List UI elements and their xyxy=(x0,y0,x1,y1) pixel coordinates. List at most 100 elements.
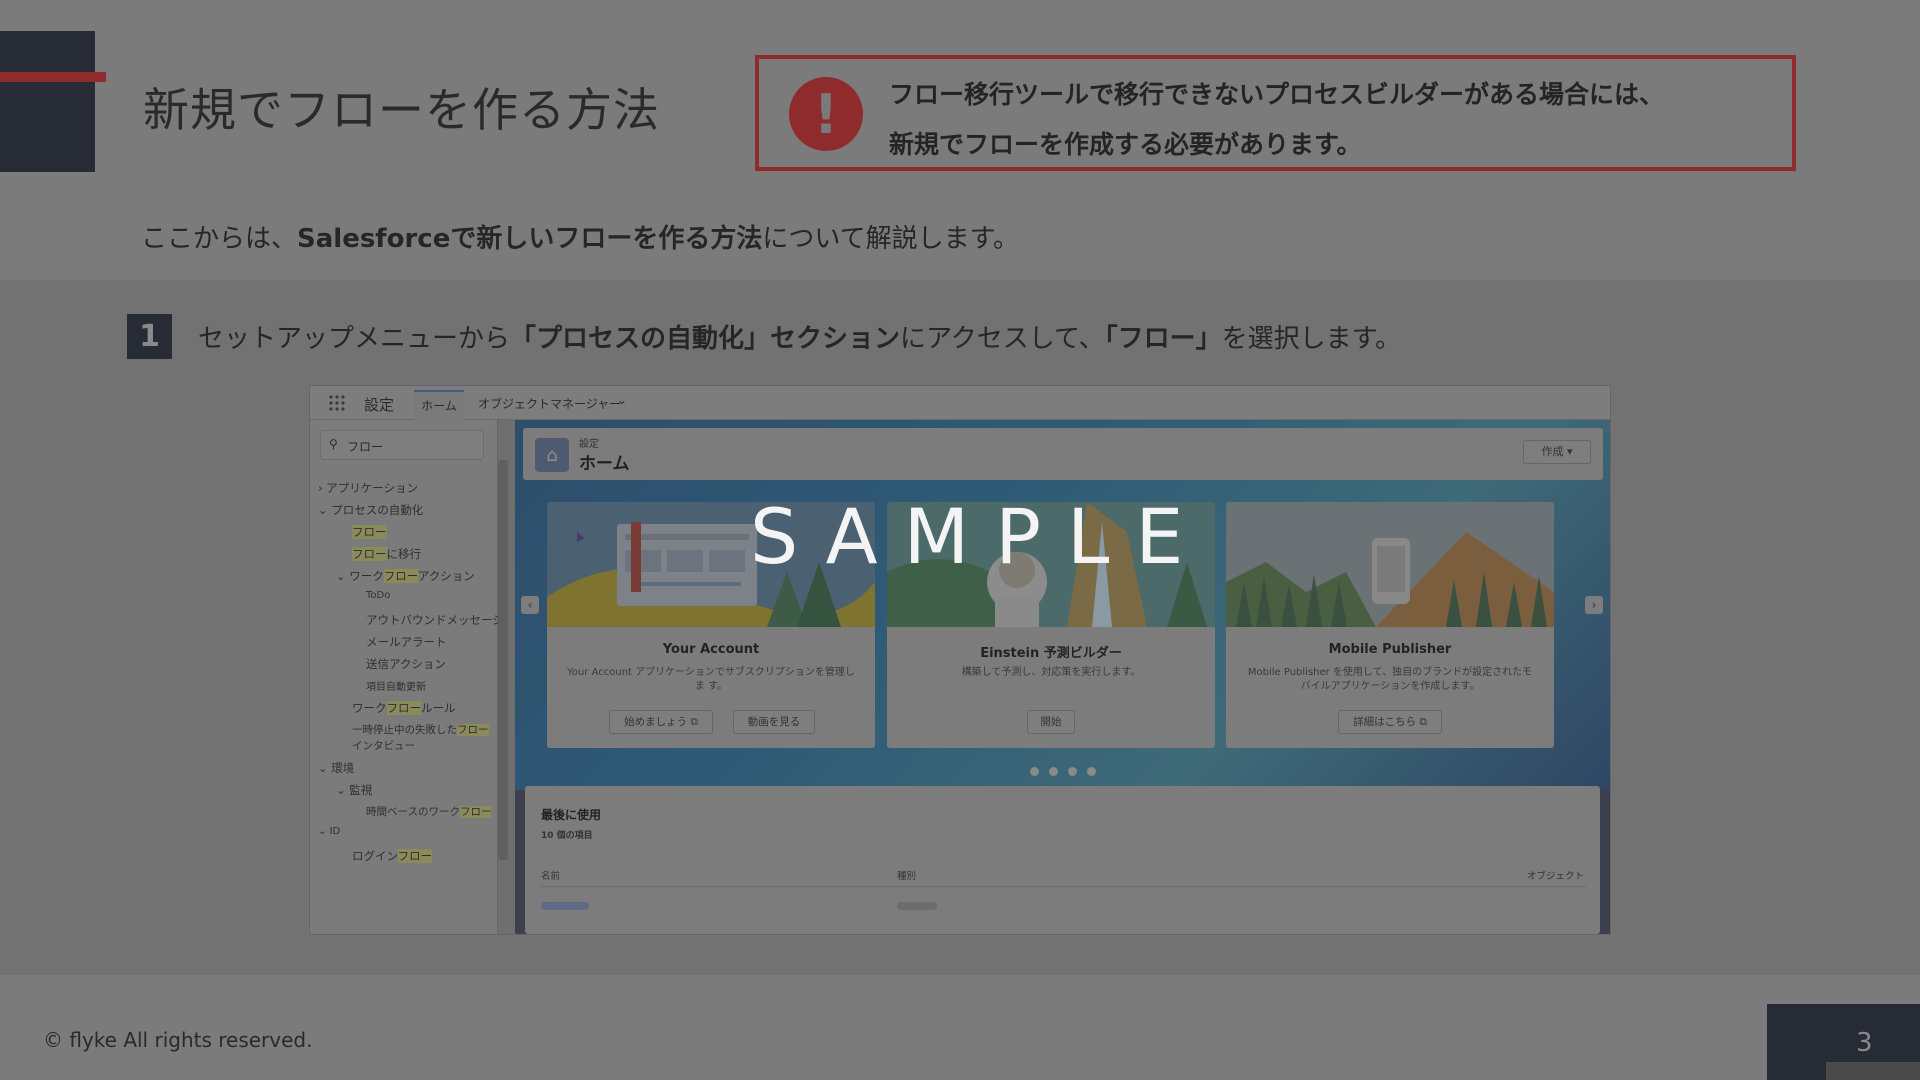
recently-used-panel: 最後に使用 10 個の項目 名前 種別 オブジェクト xyxy=(525,786,1600,934)
carousel-dot[interactable] xyxy=(1067,767,1077,776)
tree-label: ルール xyxy=(421,701,456,715)
tree-item-workflow-actions[interactable]: ⌄ ワークフローアクション xyxy=(336,568,475,584)
card-description: 構築して予測し、対応策を実行します。 xyxy=(961,667,1141,678)
page-number-stripe xyxy=(1826,1062,1920,1080)
tree-label: ワーク xyxy=(352,701,387,715)
intro-text: ここからは、Salesforceで新しいフローを作る方法について解説します。 xyxy=(141,218,1019,255)
tree-item-process-automation[interactable]: ⌄ プロセスの自動化 xyxy=(318,502,423,518)
intro-bold: Salesforceで新しいフローを作る方法 xyxy=(297,224,763,254)
mobile-publisher-illustration xyxy=(1226,502,1554,627)
tree-item-todo[interactable]: ToDo xyxy=(366,590,390,601)
copyright-text: © flyke All rights reserved. xyxy=(43,1028,313,1052)
create-menu-button[interactable]: 作成 ▾ xyxy=(1523,440,1591,464)
tree-label: アプリケーション xyxy=(326,481,419,495)
intro-before: ここからは、 xyxy=(141,224,298,254)
page-header: ⌂ 設定 ホーム 作成 ▾ xyxy=(523,428,1603,480)
carousel-dot[interactable] xyxy=(1086,767,1096,776)
tree-label: アクション xyxy=(417,569,475,583)
page-header-title: ホーム xyxy=(579,454,630,474)
tree-label-hl: フロー xyxy=(457,724,489,736)
carousel-dot[interactable] xyxy=(1048,767,1058,776)
tree-label: 環境 xyxy=(331,761,355,775)
carousel-next-button[interactable]: › xyxy=(1585,596,1603,614)
step-number: 1 xyxy=(127,314,172,359)
tree-label: に移行 xyxy=(386,547,422,561)
carousel-dots xyxy=(515,761,1610,780)
tree-label: ワーク xyxy=(349,569,384,583)
step-text: セットアップメニューから「プロセスの自動化」セクションにアクセスして、「フロー」… xyxy=(198,318,1401,355)
col-header-type[interactable]: 種別 xyxy=(897,868,916,882)
home-icon: ⌂ xyxy=(535,438,569,472)
tree-item-environment[interactable]: ⌄ 環境 xyxy=(318,760,354,776)
step-text-c: を選択します。 xyxy=(1221,324,1402,354)
recent-row-name-blurred[interactable] xyxy=(541,902,589,910)
alert-line-1: フロー移行ツールで移行できないプロセスビルダーがある場合には、 xyxy=(889,80,1665,109)
tree-label-hl: フロー xyxy=(386,701,421,715)
card-description: Your Account アプリケーションでサブスクリプションを管理しま す。 xyxy=(567,667,855,692)
tree-label: ログイン xyxy=(352,849,398,863)
tree-label: プロセスの自動化 xyxy=(331,503,424,517)
alert-box: ! フロー移行ツールで移行できないプロセスビルダーがある場合には、 新規でフロー… xyxy=(755,55,1796,171)
page-number: 3 xyxy=(1856,1028,1873,1058)
step-bold-b: 「フロー」 xyxy=(1104,324,1222,354)
start-button[interactable]: 開始 xyxy=(1027,710,1075,734)
exclamation-icon: ! xyxy=(789,77,863,151)
tree-item-time-based-workflow[interactable]: 時間ベースのワークフロー xyxy=(366,804,492,819)
sf-global-header: 設定 ホーム オブジェクトマネージャー ⌄ xyxy=(310,386,1610,420)
recent-title: 最後に使用 xyxy=(541,808,602,822)
sidebar-scrollbar[interactable] xyxy=(498,460,508,860)
corner-decoration xyxy=(0,31,95,172)
tree-item-migrate-to-flow[interactable]: フローに移行 xyxy=(352,546,421,562)
page-title: 新規でフローを作る方法 xyxy=(143,83,660,137)
step-text-a: セットアップメニューから xyxy=(198,324,511,354)
learn-more-button[interactable]: 詳細はこちら ⧉ xyxy=(1338,710,1442,734)
tab-object-manager[interactable]: オブジェクトマネージャー xyxy=(478,395,621,412)
tree-item-outbound-message[interactable]: アウトバウンドメッセージ xyxy=(366,612,504,628)
app-launcher-icon[interactable] xyxy=(328,394,346,412)
recent-row-type-blurred xyxy=(897,902,937,910)
tree-label: 一時停止中の失敗した xyxy=(352,724,457,736)
tree-item-field-update[interactable]: 項目自動更新 xyxy=(366,678,426,693)
carousel-dot[interactable] xyxy=(1029,767,1039,776)
quick-find-input[interactable]: ⚲ フロー xyxy=(320,430,484,460)
tree-item-email-alert[interactable]: メールアラート xyxy=(366,634,447,650)
col-header-name[interactable]: 名前 xyxy=(541,868,560,882)
tree-label-hl: フロー xyxy=(352,547,387,561)
get-started-button[interactable]: 始めましょう ⧉ xyxy=(609,710,713,734)
tree-item-paused-flow[interactable]: 一時停止中の失敗したフロー xyxy=(352,722,489,737)
tree-item-send-action[interactable]: 送信アクション xyxy=(366,656,446,672)
tree-label-hl: フロー xyxy=(383,569,418,583)
salesforce-screenshot: 設定 ホーム オブジェクトマネージャー ⌄ ⚲ フロー › アプリケーション ⌄… xyxy=(310,386,1610,934)
card-title: Your Account xyxy=(662,642,760,657)
recent-count: 10 個の項目 xyxy=(541,831,593,841)
tree-item-monitoring[interactable]: ⌄ 監視 xyxy=(336,782,372,798)
carousel-prev-button[interactable]: ‹ xyxy=(521,596,539,614)
tree-item-applications[interactable]: › アプリケーション xyxy=(318,480,418,496)
tree-item-login-flow[interactable]: ログインフロー xyxy=(352,848,433,864)
sample-watermark: SAMPLE xyxy=(750,492,1210,581)
watch-video-button[interactable]: 動画を見る xyxy=(733,710,815,734)
tree-item-paused-flow-cont[interactable]: インタビュー xyxy=(352,738,415,753)
tree-item-workflow-rule[interactable]: ワークフロールール xyxy=(352,700,456,716)
tree-label-hl: フロー xyxy=(397,849,433,863)
quick-find-value: フロー xyxy=(347,440,384,454)
corner-accent-stripe xyxy=(0,72,106,82)
tab-home[interactable]: ホーム xyxy=(414,390,464,420)
tree-label: フロー xyxy=(352,525,387,539)
tree-item-flow[interactable]: フロー xyxy=(352,524,387,540)
col-header-object[interactable]: オブジェクト xyxy=(1527,868,1584,882)
search-icon: ⚲ xyxy=(329,437,338,451)
sf-setup-label: 設定 xyxy=(364,396,395,414)
chevron-down-icon[interactable]: ⌄ xyxy=(617,393,627,407)
step-text-b: にアクセスして、 xyxy=(900,324,1105,354)
tree-label: ID xyxy=(329,826,341,837)
alert-line-2: 新規でフローを作成する必要があります。 xyxy=(889,130,1362,159)
tree-item-id[interactable]: ⌄ ID xyxy=(318,826,340,837)
tree-label: 監視 xyxy=(349,783,373,797)
tree-label: 時間ベースのワーク xyxy=(366,806,460,818)
step-bold-a: 「プロセスの自動化」セクション xyxy=(510,324,901,354)
page-header-context: 設定 xyxy=(579,439,599,450)
sf-setup-sidebar: ⚲ フロー › アプリケーション ⌄ プロセスの自動化 フロー フローに移行 ⌄… xyxy=(310,420,508,934)
table-divider xyxy=(541,886,1586,887)
card-title: Mobile Publisher xyxy=(1328,642,1452,657)
